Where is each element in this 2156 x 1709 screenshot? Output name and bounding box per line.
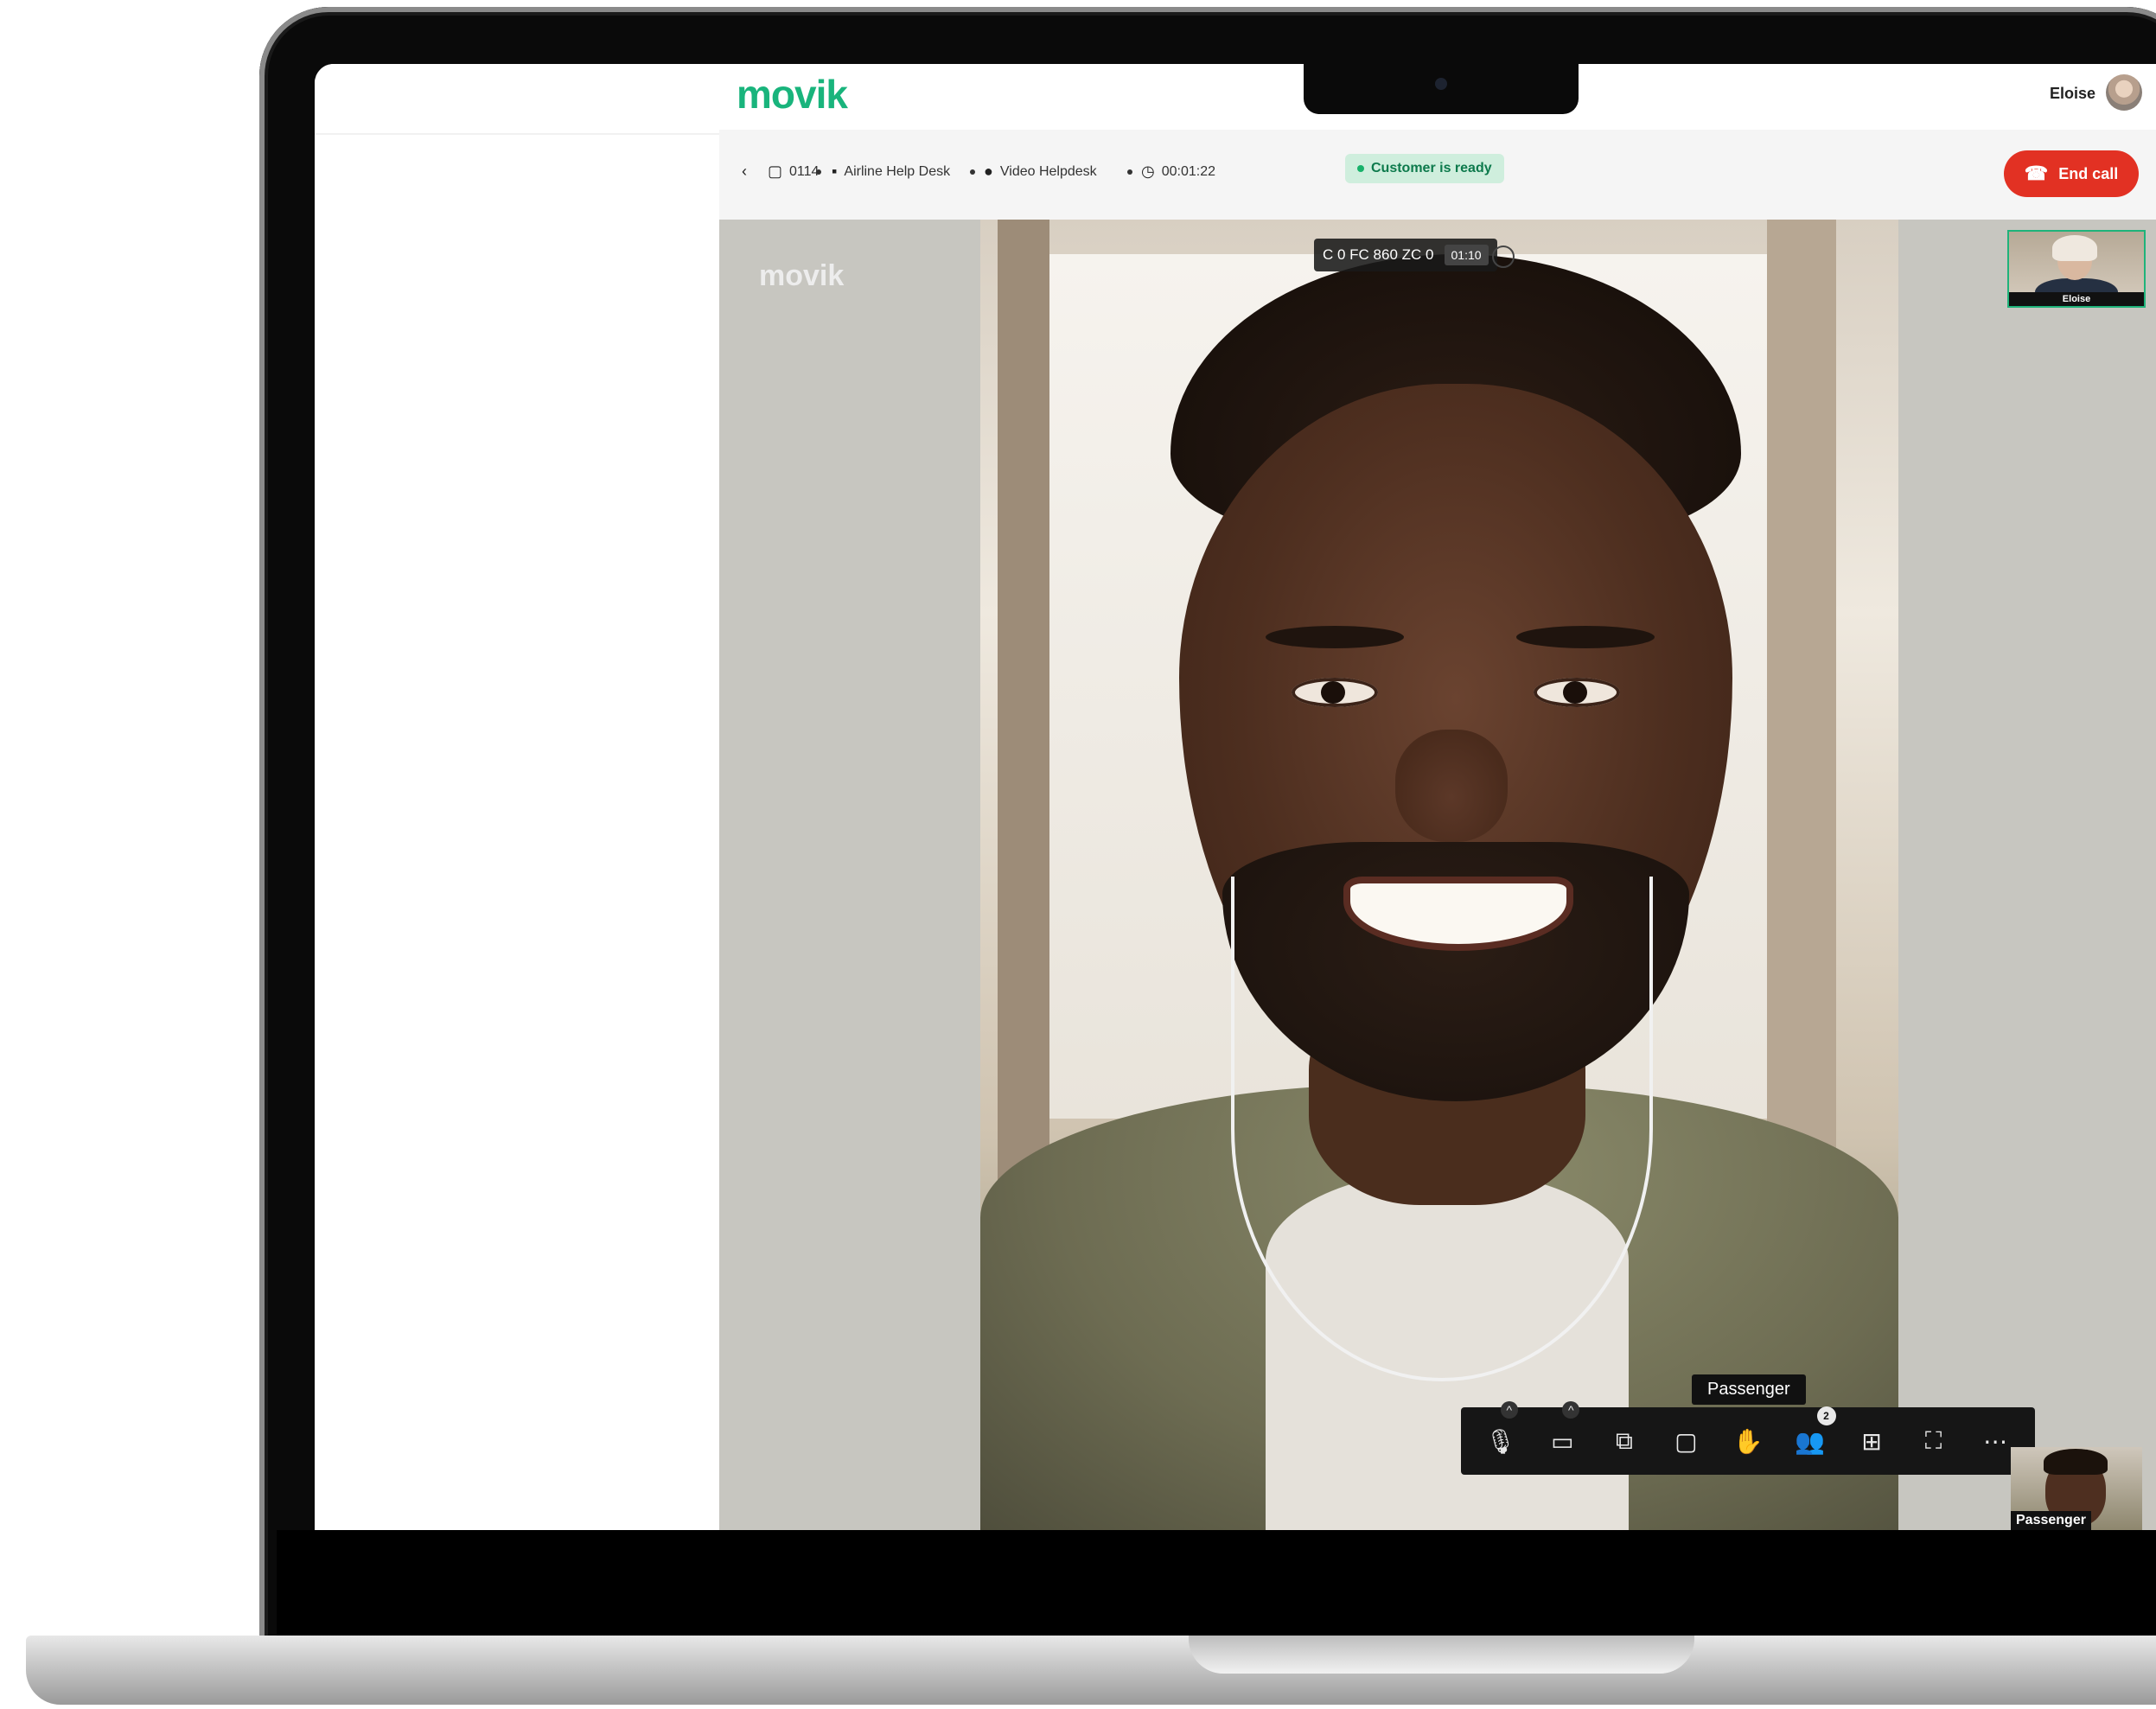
- user-name[interactable]: Eloise: [2050, 85, 2095, 103]
- chat-button[interactable]: ▢: [1663, 1427, 1708, 1456]
- more-icon: ⋯: [1983, 1427, 2008, 1455]
- thumb-person-hair: [2052, 235, 2097, 261]
- participants-icon: 👥: [1795, 1427, 1825, 1455]
- camera-icon: ▭: [1551, 1427, 1574, 1455]
- recording-timer: 01:10: [1444, 245, 1489, 265]
- brand-logo[interactable]: movik: [737, 71, 848, 118]
- participants-count-badge: 2: [1816, 1406, 1836, 1425]
- person-eye: [1534, 678, 1620, 707]
- camera-notch: [1304, 64, 1579, 114]
- passenger-video-thumbnail[interactable]: Passenger: [2011, 1447, 2142, 1530]
- separator-dot: [816, 169, 821, 175]
- avatar[interactable]: [2106, 74, 2142, 111]
- connection-speed-icon[interactable]: [1492, 246, 1515, 268]
- participants-button[interactable]: 2 👥: [1788, 1406, 1836, 1456]
- hang-up-icon: ☎: [2024, 163, 2049, 184]
- case-id: 0114: [789, 163, 820, 179]
- channel-label: Video Helpdesk: [999, 163, 1097, 179]
- chevron-up-icon[interactable]: ^: [1500, 1400, 1518, 1419]
- screen-share-button[interactable]: ⧉: [1602, 1427, 1647, 1456]
- ticket-icon: ▢: [768, 163, 783, 180]
- video-call-app: movik Eloise ‹ ▢ 0114 ▪ Airline Help Des…: [719, 64, 2156, 1530]
- recording-code: C 0 FC 860 ZC 0: [1323, 246, 1434, 263]
- chevron-left-icon: ‹: [742, 163, 747, 180]
- participant-name-tag: Passenger: [1692, 1374, 1806, 1405]
- laptop-screen: movik Eloise ‹ ▢ 0114 ▪ Airline Help Des…: [315, 64, 2156, 1530]
- laptop-base: [26, 1636, 2156, 1705]
- video-stage: movik C 0 FC 860 ZC 0 01:10 Passenger ^ …: [719, 220, 2156, 1530]
- department-label: Airline Help Desk: [844, 163, 951, 179]
- laptop-hinge: [1189, 1636, 1694, 1674]
- elapsed-time: 00:01:22: [1161, 163, 1215, 179]
- recording-badge: C 0 FC 860 ZC 0 01:10: [1314, 239, 1497, 271]
- breadcrumb-case: ▢ 0114: [768, 163, 819, 181]
- person-eye: [1292, 678, 1378, 707]
- passenger-thumb-label: Passenger: [2011, 1511, 2091, 1530]
- end-call-label: End call: [2058, 164, 2119, 182]
- end-call-button[interactable]: ☎ End call: [2004, 150, 2139, 197]
- call-toolbar: ‹ ▢ 0114 ▪ Airline Help Desk ● Video Hel…: [719, 130, 2156, 220]
- self-video-thumbnail[interactable]: Eloise: [2007, 230, 2146, 308]
- breadcrumb-channel: ● Video Helpdesk: [984, 163, 1097, 181]
- status-badge: Customer is ready: [1345, 154, 1504, 183]
- person-brow: [1266, 626, 1404, 648]
- camera-button[interactable]: ^ ▭: [1540, 1400, 1585, 1456]
- separator-dot: [970, 169, 975, 175]
- earphone-cable: [1231, 877, 1653, 1381]
- separator-dot: [1127, 169, 1132, 175]
- stage-watermark-logo: movik: [759, 259, 845, 292]
- person-nose: [1395, 730, 1508, 842]
- chevron-up-icon[interactable]: ^: [1562, 1400, 1580, 1419]
- breadcrumb-timer: ◷ 00:01:22: [1141, 163, 1215, 181]
- building-icon: ▪: [832, 163, 838, 180]
- chat-icon: ▢: [1674, 1427, 1698, 1455]
- side-panel-header: [315, 64, 719, 135]
- raise-hand-icon: ✋: [1732, 1427, 1764, 1455]
- breadcrumb-department: ▪ Airline Help Desk: [832, 163, 950, 181]
- laptop-bottom-bezel: [277, 1530, 2156, 1636]
- fullscreen-button[interactable]: ⛶: [1911, 1427, 1956, 1456]
- grid-view-button[interactable]: ⊞: [1849, 1427, 1894, 1456]
- clock-icon: ◷: [1141, 163, 1155, 180]
- microphone-button[interactable]: ^ 🎙: [1478, 1400, 1523, 1456]
- raise-hand-button[interactable]: ✋: [1725, 1427, 1770, 1456]
- status-dot-icon: [1357, 165, 1364, 172]
- fullscreen-icon: ⛶: [1924, 1426, 1942, 1454]
- person-brow: [1516, 626, 1655, 648]
- call-controls-bar: ^ 🎙 ^ ▭ ⧉ ▢ ✋ 2 👥 ⊞ ⛶ ⋯: [1461, 1400, 2035, 1475]
- thumb-person-hair: [2044, 1449, 2108, 1475]
- webcam-icon: [1435, 78, 1447, 90]
- video-channel-icon: ●: [984, 163, 993, 180]
- microphone-icon: 🎙: [1484, 1427, 1516, 1455]
- screen-share-icon: ⧉: [1615, 1426, 1633, 1454]
- grid-view-icon: ⊞: [1861, 1427, 1882, 1455]
- self-thumb-label: Eloise: [2009, 292, 2144, 306]
- back-button[interactable]: ‹: [742, 163, 747, 181]
- status-text: Customer is ready: [1371, 161, 1492, 175]
- main-video-feed[interactable]: [980, 220, 1898, 1530]
- blank-side-panel: [315, 64, 719, 1530]
